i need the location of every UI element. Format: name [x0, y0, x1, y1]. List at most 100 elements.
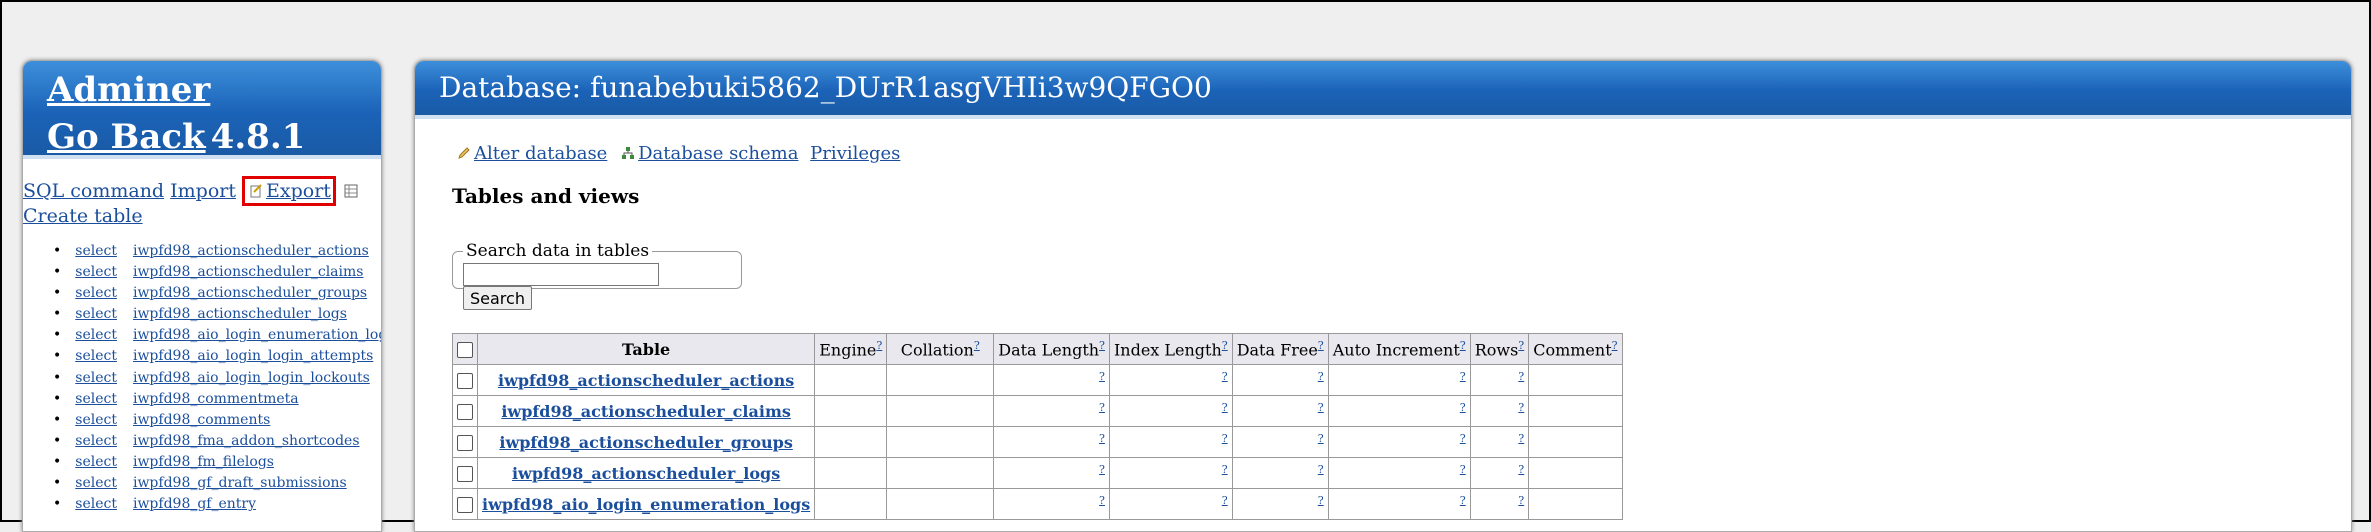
column-header: Data Free?	[1231, 333, 1329, 365]
select-link[interactable]: select	[75, 370, 117, 386]
index-length-link[interactable]: ?	[1222, 463, 1228, 476]
data-free-link[interactable]: ?	[1318, 370, 1324, 383]
auto-increment-link[interactable]: ?	[1460, 370, 1466, 383]
table-link[interactable]: iwpfd98_aio_login_enumeration_logs	[133, 327, 381, 343]
table-link[interactable]: iwpfd98_gf_draft_submissions	[133, 475, 347, 491]
select-link[interactable]: select	[75, 412, 117, 428]
auto-increment-link[interactable]: ?	[1460, 463, 1466, 476]
list-item: select iwpfd98_actionscheduler_actions	[53, 241, 381, 262]
data-free-link[interactable]: ?	[1318, 463, 1324, 476]
create-table-link[interactable]: Create table	[23, 205, 143, 227]
table-row: iwpfd98_actionscheduler_actions?????	[452, 364, 1623, 396]
column-header: Rows?	[1469, 333, 1530, 365]
table-name-link[interactable]: iwpfd98_actionscheduler_groups	[499, 433, 792, 452]
index-length-link[interactable]: ?	[1222, 494, 1228, 507]
database-schema-link[interactable]: Database schema	[638, 143, 798, 164]
sql-command-link[interactable]: SQL command	[23, 180, 164, 202]
table-link[interactable]: iwpfd98_fm_filelogs	[133, 454, 274, 470]
search-button[interactable]: Search	[463, 286, 532, 310]
help-link[interactable]: ?	[1460, 339, 1466, 352]
privileges-link[interactable]: Privileges	[810, 143, 900, 164]
index-length-cell: ?	[1108, 457, 1233, 489]
data-length-link[interactable]: ?	[1099, 370, 1105, 383]
help-link[interactable]: ?	[1222, 339, 1228, 352]
select-link[interactable]: select	[75, 391, 117, 407]
help-link[interactable]: ?	[974, 339, 980, 352]
auto-increment-link[interactable]: ?	[1460, 401, 1466, 414]
table-link[interactable]: iwpfd98_aio_login_login_attempts	[133, 348, 373, 364]
table-link[interactable]: iwpfd98_gf_entry	[133, 496, 256, 512]
select-link[interactable]: select	[75, 285, 117, 301]
select-link[interactable]: select	[75, 306, 117, 322]
main-panel: Database: funabebuki5862_DUrR1asgVHIi3w9…	[414, 60, 2352, 532]
select-link[interactable]: select	[75, 496, 117, 512]
import-link[interactable]: Import	[170, 180, 236, 202]
select-link[interactable]: select	[75, 348, 117, 364]
select-link[interactable]: select	[75, 454, 117, 470]
help-link[interactable]: ?	[876, 339, 882, 352]
auto-increment-link[interactable]: ?	[1460, 494, 1466, 507]
table-link[interactable]: iwpfd98_commentmeta	[133, 391, 299, 407]
select-link[interactable]: select	[75, 243, 117, 259]
select-all-checkbox[interactable]	[457, 342, 473, 358]
search-input[interactable]	[463, 263, 659, 286]
index-length-link[interactable]: ?	[1222, 401, 1228, 414]
help-link[interactable]: ?	[1318, 339, 1324, 352]
database-actions: Alter database Database schema Privilege…	[455, 143, 906, 164]
data-length-cell: ?	[993, 395, 1110, 427]
data-free-link[interactable]: ?	[1318, 401, 1324, 414]
select-link[interactable]: select	[75, 264, 117, 280]
list-item: select iwpfd98_aio_login_login_attempts	[53, 346, 381, 367]
data-length-link[interactable]: ?	[1099, 432, 1105, 445]
help-link[interactable]: ?	[1099, 339, 1105, 352]
select-link[interactable]: select	[75, 433, 117, 449]
alter-database-link[interactable]: Alter database	[474, 143, 607, 164]
help-link[interactable]: ?	[1518, 339, 1524, 352]
data-length-link[interactable]: ?	[1099, 401, 1105, 414]
rows-link[interactable]: ?	[1518, 494, 1524, 507]
auto-increment-link[interactable]: ?	[1460, 432, 1466, 445]
table-name-link[interactable]: iwpfd98_actionscheduler_claims	[501, 402, 791, 421]
table-name-cell: iwpfd98_actionscheduler_groups	[476, 426, 816, 458]
table-name-cell: iwpfd98_actionscheduler_logs	[476, 457, 816, 489]
table-link[interactable]: iwpfd98_fma_addon_shortcodes	[133, 433, 360, 449]
data-free-link[interactable]: ?	[1318, 432, 1324, 445]
row-checkbox[interactable]	[457, 497, 473, 513]
row-checkbox[interactable]	[457, 373, 473, 389]
table-name-link[interactable]: iwpfd98_actionscheduler_logs	[512, 464, 780, 483]
rows-link[interactable]: ?	[1518, 432, 1524, 445]
table-link[interactable]: iwpfd98_comments	[133, 412, 270, 428]
select-link[interactable]: select	[75, 327, 117, 343]
row-checkbox[interactable]	[457, 404, 473, 420]
index-length-link[interactable]: ?	[1222, 432, 1228, 445]
table-row: iwpfd98_aio_login_enumeration_logs?????	[452, 488, 1623, 520]
export-link[interactable]: Export	[266, 180, 331, 202]
column-header: Engine?	[814, 333, 888, 365]
table-link[interactable]: iwpfd98_aio_login_login_lockouts	[133, 370, 370, 386]
data-free-cell: ?	[1231, 457, 1329, 489]
column-label: Table	[622, 339, 671, 359]
data-length-link[interactable]: ?	[1099, 463, 1105, 476]
row-checkbox[interactable]	[457, 466, 473, 482]
go-back-link[interactable]: Go Back	[47, 117, 206, 157]
row-checkbox[interactable]	[457, 435, 473, 451]
table-link[interactable]: iwpfd98_actionscheduler_actions	[133, 243, 369, 259]
table-name-link[interactable]: iwpfd98_actionscheduler_actions	[498, 371, 794, 390]
rows-link[interactable]: ?	[1518, 370, 1524, 383]
data-free-link[interactable]: ?	[1318, 494, 1324, 507]
row-check-cell	[452, 364, 478, 396]
rows-link[interactable]: ?	[1518, 401, 1524, 414]
table-link[interactable]: iwpfd98_actionscheduler_groups	[133, 285, 367, 301]
table-link[interactable]: iwpfd98_actionscheduler_logs	[133, 306, 347, 322]
collation-cell	[886, 488, 995, 520]
help-link[interactable]: ?	[1612, 339, 1618, 352]
data-length-link[interactable]: ?	[1099, 494, 1105, 507]
table-name-link[interactable]: iwpfd98_aio_login_enumeration_logs	[482, 495, 810, 514]
table-link[interactable]: iwpfd98_actionscheduler_claims	[133, 264, 363, 280]
rows-link[interactable]: ?	[1518, 463, 1524, 476]
index-length-link[interactable]: ?	[1222, 370, 1228, 383]
select-link[interactable]: select	[75, 475, 117, 491]
adminer-logo-link[interactable]: Adminer	[47, 70, 210, 110]
column-label: Comment	[1533, 340, 1612, 360]
collation-cell	[886, 426, 995, 458]
